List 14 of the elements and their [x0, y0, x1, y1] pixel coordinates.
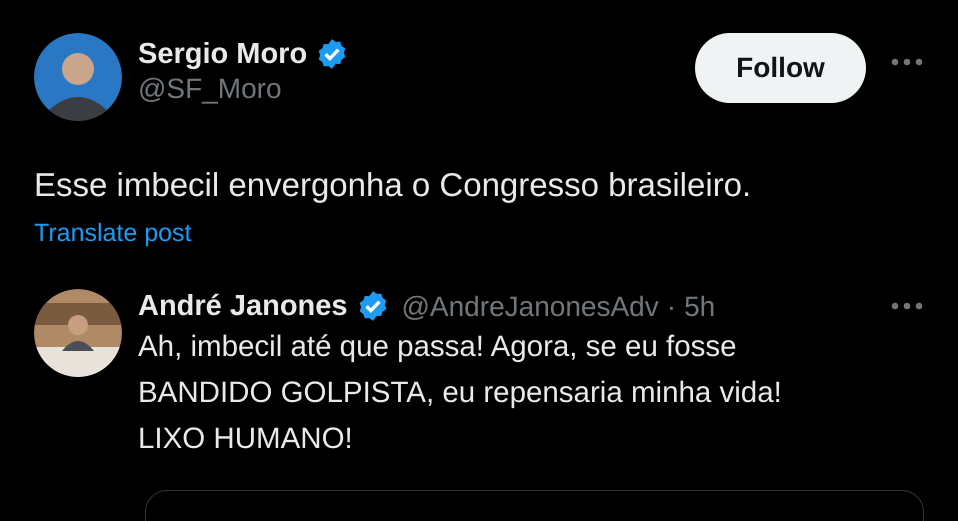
more-icon[interactable]: [890, 57, 924, 67]
avatar[interactable]: [34, 33, 122, 121]
author-name[interactable]: Sergio Moro: [138, 37, 308, 72]
separator: ·: [666, 290, 676, 324]
reply-text: Ah, imbecil até que passa! Agora, se eu fosse BANDIDO GOLPISTA, eu repensaria minha vida! LIXO HUMANO!: [138, 328, 783, 457]
author-handle[interactable]: @SF_Moro: [138, 72, 695, 106]
post-text: Esse imbecil envergonha o Congresso brasileiro.: [34, 165, 752, 205]
author-name[interactable]: André Janones: [138, 289, 348, 324]
avatar[interactable]: [34, 289, 122, 378]
more-icon[interactable]: [890, 301, 924, 312]
post-time[interactable]: 5h: [684, 290, 716, 324]
author-handle[interactable]: @AndreJanonesAdv: [402, 290, 659, 324]
translate-link[interactable]: Translate post: [34, 214, 192, 252]
follow-button[interactable]: Follow: [695, 33, 866, 103]
